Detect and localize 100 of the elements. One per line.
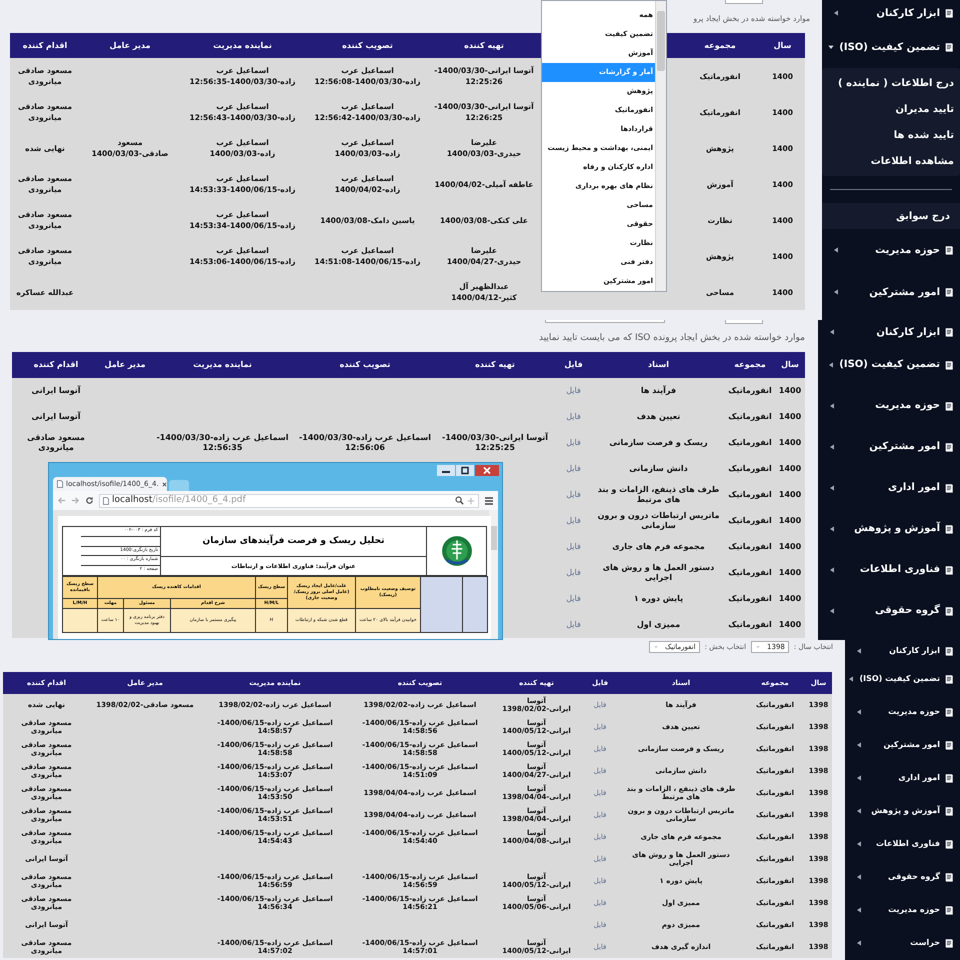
caret-left-icon [855,774,863,782]
table-cell-text: ریسک و فرصت سازمانی [608,437,709,449]
menu-item[interactable]: فناوری اطلاعات [845,827,960,860]
book-icon [944,442,954,452]
book-icon [944,360,954,370]
caret-left-icon [828,484,836,492]
table-cell-text: طرف های ذینفع، الزامات و بند های مرتبط [596,484,720,506]
submenu-item[interactable]: درج اطلاعات ( نماینده ) [822,70,960,96]
caret-down-icon [755,644,762,650]
caret-left-icon [828,402,836,410]
menu-item[interactable]: امور اداری [845,761,960,794]
menu-item[interactable]: ابزار کارکنان [818,320,960,344]
book-icon [944,674,954,684]
book-icon [944,245,954,255]
table-cell-text: انفورماتیک [727,619,773,631]
minimize-button[interactable] [437,465,455,476]
table-cell-text: 1400 [778,463,802,475]
menu-item[interactable]: فناوری اطلاعات [818,549,960,590]
table-cell-text: آتوسا ایرانی [30,410,82,423]
sidebar-link[interactable]: درج سوابق [822,203,960,229]
menu-item[interactable]: ابزار کارکنان [845,640,960,662]
file-link[interactable]: فایل [566,412,581,422]
book-icon [944,740,954,750]
menu-item[interactable]: گروه حقوقی [845,860,960,893]
file-link[interactable]: فایل [566,568,581,578]
file-link[interactable]: فایل [566,490,581,500]
caret-left-icon [855,647,863,655]
caret-left-icon [855,872,863,880]
table-cell-text: 1400 [778,489,802,501]
close-button[interactable] [475,465,499,476]
menu-item[interactable]: حوزه مدیریت [822,229,960,271]
file-link[interactable]: فایل [566,594,581,604]
table-cell-text: ممیزی اول [636,619,682,631]
table-cell-text: اسماعیل عرب زاده-1400/03/30-12:56:06 [298,432,432,454]
caret-left-icon [827,360,836,368]
column-header: اقدام کننده [32,359,80,371]
menu-item[interactable]: گروه حقوقی [818,590,960,631]
book-icon [944,646,954,656]
column-header: تهیه کننده [463,40,505,52]
file-link[interactable]: فایل [566,464,581,474]
book-icon [944,904,954,914]
menu-item[interactable]: آموزش و پژوهش [845,794,960,827]
menu-item[interactable]: حوزه مدیریت [845,893,960,926]
caret-left-icon [855,938,863,946]
caret-left-icon [855,840,863,848]
file-link[interactable]: فایل [566,620,581,630]
book-icon [944,706,954,716]
submenu-item[interactable]: مشاهده اطلاعات [822,148,960,174]
table-cell-text: آتوسا ایرانی-1400/03/30-12:25:25 [440,432,550,454]
search-icon [455,496,464,505]
menu-item[interactable]: تضمین کیفیت (ISO) [818,344,960,385]
caret-left-icon [832,288,840,296]
menu-item[interactable]: تضمین کیفیت (ISO) [845,662,960,695]
caret-left-icon [832,246,840,254]
menu-item[interactable]: امور مشترکین [818,426,960,467]
caret-left-icon [855,708,863,716]
book-icon [944,327,954,337]
table-cell-text: 1400 [778,411,802,423]
forward-arrow-icon [71,496,80,505]
menu-item[interactable]: حراست [845,926,960,959]
table-cell-text: انفورماتیک [727,411,773,423]
menu-item[interactable]: ابزار کارکنان [822,0,960,26]
caret-left-icon [855,806,863,814]
table-cell-text: فرآیند ها [640,384,678,397]
submenu-item[interactable]: تایید شده ها [822,122,960,148]
book-icon [944,287,954,297]
caret-left-icon [828,442,836,450]
book-icon [944,938,954,948]
menu-item[interactable]: امور مشترکین [845,728,960,761]
menu-item[interactable]: حوزه مدیریت [845,695,960,728]
file-link[interactable]: فایل [566,438,581,448]
menu-item[interactable]: حوزه مدیریت [818,385,960,426]
column-header: مدیر عامل [108,40,152,52]
caret-left-icon [832,9,840,17]
caret-left-icon [855,740,863,748]
book-icon [944,524,954,534]
menu-item[interactable]: آموزش و پژوهش [818,508,960,549]
table-cell-text: انفورماتیک [727,437,773,449]
column-header: تصویب کننده [341,40,394,52]
address-bar[interactable]: localhost/isofile/1400_6_4.pdf [99,494,479,508]
table-cell-text: انفورماتیک [727,489,773,501]
book-icon [944,400,954,410]
submenu-item[interactable]: تایید مدیران [822,96,960,122]
table-cell-text: 1400 [778,567,802,579]
table-cell-text: مجموعه فرم های جاری [611,541,706,553]
menu-item[interactable]: امور مشترکین [822,271,960,313]
book-icon [944,806,954,816]
file-link[interactable]: فایل [566,386,581,396]
column-header: سال [772,40,792,52]
table-cell-text: تعیین هدف [636,411,682,423]
table-cell-text: انفورماتیک [727,593,773,605]
column-header: مجموعه [733,359,767,371]
file-link[interactable]: فایل [566,516,581,526]
table-cell-text: 1400 [778,385,802,397]
maximize-button[interactable] [456,465,474,476]
column-header: مدیر عامل [104,359,146,371]
file-link[interactable]: فایل [566,542,581,552]
menu-item[interactable]: امور اداری [818,467,960,508]
menu-item[interactable]: تضمین کیفیت (ISO) [822,26,960,68]
table-cell-text: آتوسا ایرانی [30,384,82,397]
